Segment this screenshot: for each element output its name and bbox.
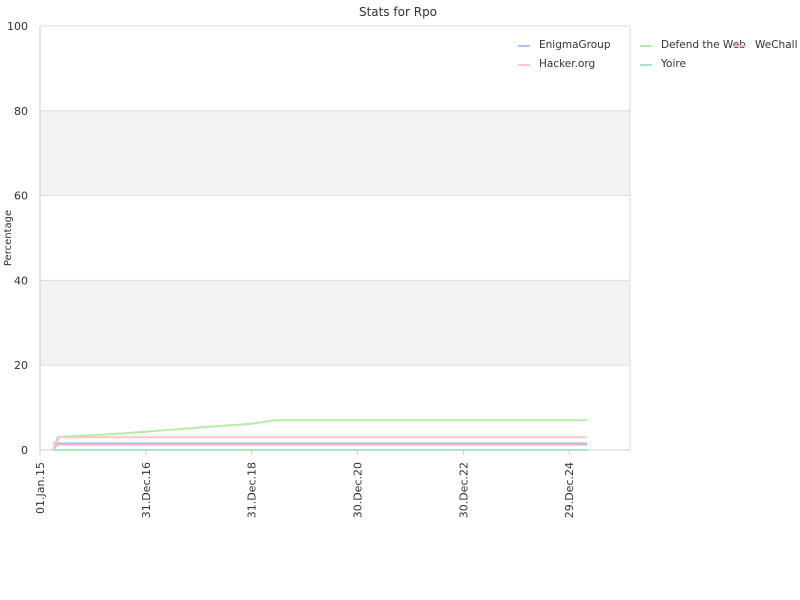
chart: 0 20 40 60 80 100 01.Jan.15 31.Dec.16 31.Dec.18… — [3, 5, 797, 518]
legend-label: Defend the Web — [661, 39, 746, 51]
series-lines — [52, 419, 588, 451]
plot-band-1 — [40, 110, 630, 196]
plot-bands — [40, 110, 630, 366]
legend: EnigmaGroup Defend the Web WeChall Hacker.o… — [518, 39, 797, 70]
x-tick-label: 30.Dec.20 — [352, 462, 365, 518]
legend-label: EnigmaGroup — [539, 39, 611, 51]
x-tick-label: 01.Jan.15 — [34, 462, 47, 514]
grid-lines — [40, 25, 630, 451]
x-tick-label: 31.Dec.18 — [246, 462, 259, 518]
legend-label: Yoire — [660, 58, 686, 70]
series-line-defend-the-web — [52, 419, 588, 451]
y-tick-label: 60 — [14, 190, 28, 203]
plot-frame — [39, 26, 631, 451]
legend-item[interactable]: Defend the Web — [640, 39, 746, 51]
legend-item[interactable]: Hacker.org — [518, 58, 595, 70]
y-axis-label: Percentage — [3, 210, 14, 266]
y-tick-label: 40 — [14, 274, 28, 287]
legend-label: WeChall — [755, 39, 797, 51]
chart-title: Stats for Rpo — [359, 5, 437, 19]
plot-band-0 — [40, 280, 630, 366]
y-tick-label: 100 — [7, 20, 28, 33]
x-tick-label: 29.Dec.24 — [563, 462, 576, 518]
x-axis-ticks: 01.Jan.15 31.Dec.16 31.Dec.18 30.Dec.20 30.D… — [34, 450, 576, 518]
legend-label: Hacker.org — [539, 58, 595, 70]
legend-item[interactable]: Yoire — [640, 58, 686, 70]
x-tick-label: 30.Dec.22 — [457, 462, 470, 518]
y-tick-label: 0 — [21, 444, 28, 457]
legend-item[interactable]: EnigmaGroup — [518, 39, 611, 51]
y-tick-label: 80 — [14, 105, 28, 118]
x-tick-label: 31.Dec.16 — [140, 462, 153, 518]
y-tick-label: 20 — [14, 359, 28, 372]
